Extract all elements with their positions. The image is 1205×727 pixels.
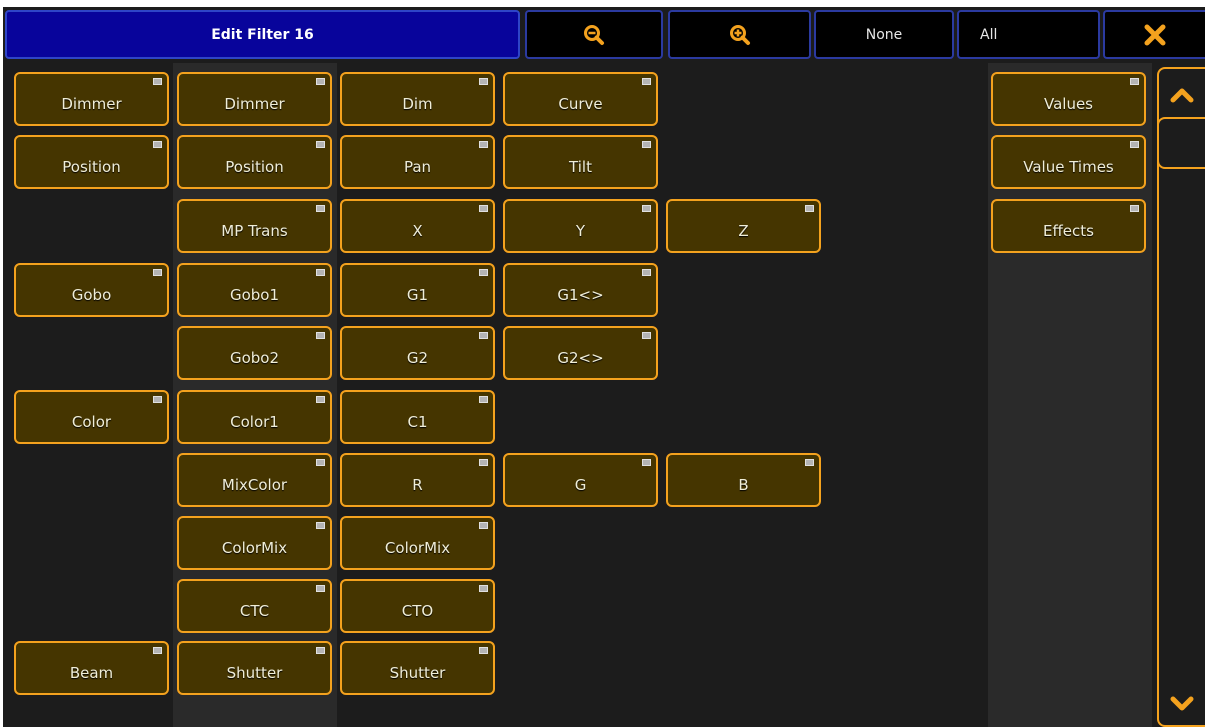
window-title: Edit Filter 16 (5, 10, 520, 59)
effects-button[interactable]: Effects (991, 199, 1146, 253)
select-none-button[interactable]: None (814, 10, 954, 59)
feature-beam-button[interactable]: Beam (14, 641, 169, 695)
selection-indicator (316, 141, 325, 148)
selection-indicator (479, 332, 488, 339)
edit-filter-window: Edit Filter 16 None All Dimmer Position … (3, 7, 1205, 727)
attribute-ctc-button[interactable]: CTC (177, 579, 332, 633)
channel-shutter-button[interactable]: Shutter (340, 641, 495, 695)
selection-indicator (316, 522, 325, 529)
attribute-color1-button[interactable]: Color1 (177, 390, 332, 444)
selection-indicator (805, 205, 814, 212)
attribute-mixcolor-button[interactable]: MixColor (177, 453, 332, 507)
channel-x-button[interactable]: X (340, 199, 495, 253)
channel-cto-button[interactable]: CTO (340, 579, 495, 633)
selection-indicator (479, 269, 488, 276)
selection-indicator (1130, 141, 1139, 148)
channel-colormix-button[interactable]: ColorMix (340, 516, 495, 570)
selection-indicator (479, 78, 488, 85)
channel-r-button[interactable]: R (340, 453, 495, 507)
selection-indicator (642, 78, 651, 85)
attribute-colormix-button[interactable]: ColorMix (177, 516, 332, 570)
value-times-button[interactable]: Value Times (991, 135, 1146, 189)
channel-pan-button[interactable]: Pan (340, 135, 495, 189)
channel-c1-button[interactable]: C1 (340, 390, 495, 444)
selection-indicator (479, 585, 488, 592)
selection-indicator (642, 459, 651, 466)
feature-color-button[interactable]: Color (14, 390, 169, 444)
selection-indicator (1130, 205, 1139, 212)
select-all-button[interactable]: All (957, 10, 1100, 59)
attribute-shutter-button[interactable]: Shutter (177, 641, 332, 695)
selection-indicator (479, 522, 488, 529)
close-button[interactable] (1103, 10, 1205, 59)
selection-indicator (316, 459, 325, 466)
close-icon (1144, 24, 1166, 45)
selection-indicator (479, 647, 488, 654)
channel-tilt-button[interactable]: Tilt (503, 135, 658, 189)
selection-indicator (316, 78, 325, 85)
zoom-in-button[interactable] (668, 10, 811, 59)
selection-indicator (316, 647, 325, 654)
selection-indicator (479, 459, 488, 466)
attribute-dimmer-button[interactable]: Dimmer (177, 72, 332, 126)
chevron-down-icon (1170, 696, 1194, 710)
attribute-gobo1-button[interactable]: Gobo1 (177, 263, 332, 317)
title-bar: Edit Filter 16 None All (3, 7, 1205, 63)
attribute-gobo2-button[interactable]: Gobo2 (177, 326, 332, 380)
attribute-position-button[interactable]: Position (177, 135, 332, 189)
channel-g2-button[interactable]: G2 (340, 326, 495, 380)
selection-indicator (642, 332, 651, 339)
scroll-up-button[interactable] (1159, 72, 1205, 117)
scrollbar[interactable] (1157, 67, 1205, 727)
selection-indicator (316, 332, 325, 339)
selection-indicator (153, 647, 162, 654)
scrollbar-thumb[interactable] (1157, 117, 1205, 169)
chevron-up-icon (1170, 88, 1194, 102)
selection-indicator (316, 269, 325, 276)
selection-indicator (153, 396, 162, 403)
selection-indicator (153, 141, 162, 148)
selection-indicator (479, 141, 488, 148)
selection-indicator (153, 269, 162, 276)
feature-dimmer-button[interactable]: Dimmer (14, 72, 169, 126)
channel-b-button[interactable]: B (666, 453, 821, 507)
selection-indicator (316, 205, 325, 212)
channel-g2-rotate-button[interactable]: G2<> (503, 326, 658, 380)
selection-indicator (642, 141, 651, 148)
feature-position-button[interactable]: Position (14, 135, 169, 189)
selection-indicator (153, 78, 162, 85)
channel-curve-button[interactable]: Curve (503, 72, 658, 126)
selection-indicator (316, 585, 325, 592)
channel-g1-button[interactable]: G1 (340, 263, 495, 317)
selection-indicator (642, 205, 651, 212)
selection-indicator (805, 459, 814, 466)
scroll-down-button[interactable] (1159, 681, 1205, 726)
selection-indicator (316, 396, 325, 403)
zoom-out-icon (584, 24, 604, 45)
selection-indicator (1130, 78, 1139, 85)
channel-dim-button[interactable]: Dim (340, 72, 495, 126)
zoom-out-button[interactable] (525, 10, 663, 59)
values-button[interactable]: Values (991, 72, 1146, 126)
channel-z-button[interactable]: Z (666, 199, 821, 253)
channel-g-button[interactable]: G (503, 453, 658, 507)
feature-gobo-button[interactable]: Gobo (14, 263, 169, 317)
selection-indicator (479, 205, 488, 212)
selection-indicator (479, 396, 488, 403)
channel-g1-rotate-button[interactable]: G1<> (503, 263, 658, 317)
channel-y-button[interactable]: Y (503, 199, 658, 253)
selection-indicator (642, 269, 651, 276)
zoom-in-icon (729, 24, 750, 45)
attribute-mp-trans-button[interactable]: MP Trans (177, 199, 332, 253)
